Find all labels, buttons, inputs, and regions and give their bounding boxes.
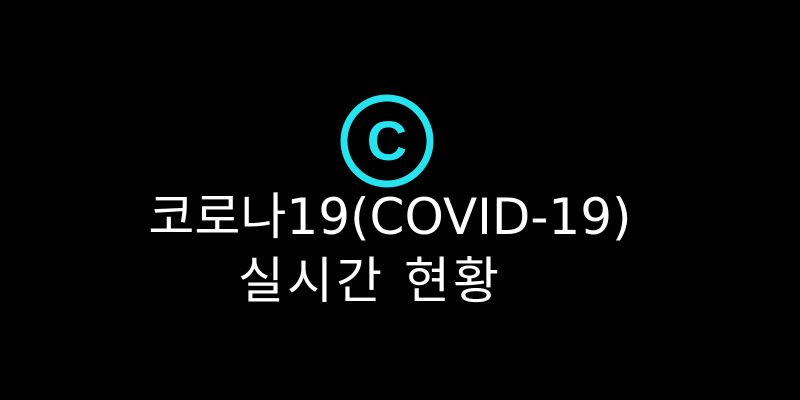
title-line-1: 코로나19(COVID-19) [148, 188, 632, 246]
title-line-2: 실시간 현황 [238, 252, 502, 310]
logo-letter: C [367, 109, 407, 172]
circle-c-logo-icon: C [338, 92, 436, 190]
logo-svg: C [340, 94, 434, 188]
banner: C 코로나19(COVID-19) 실시간 현황 [0, 0, 800, 400]
